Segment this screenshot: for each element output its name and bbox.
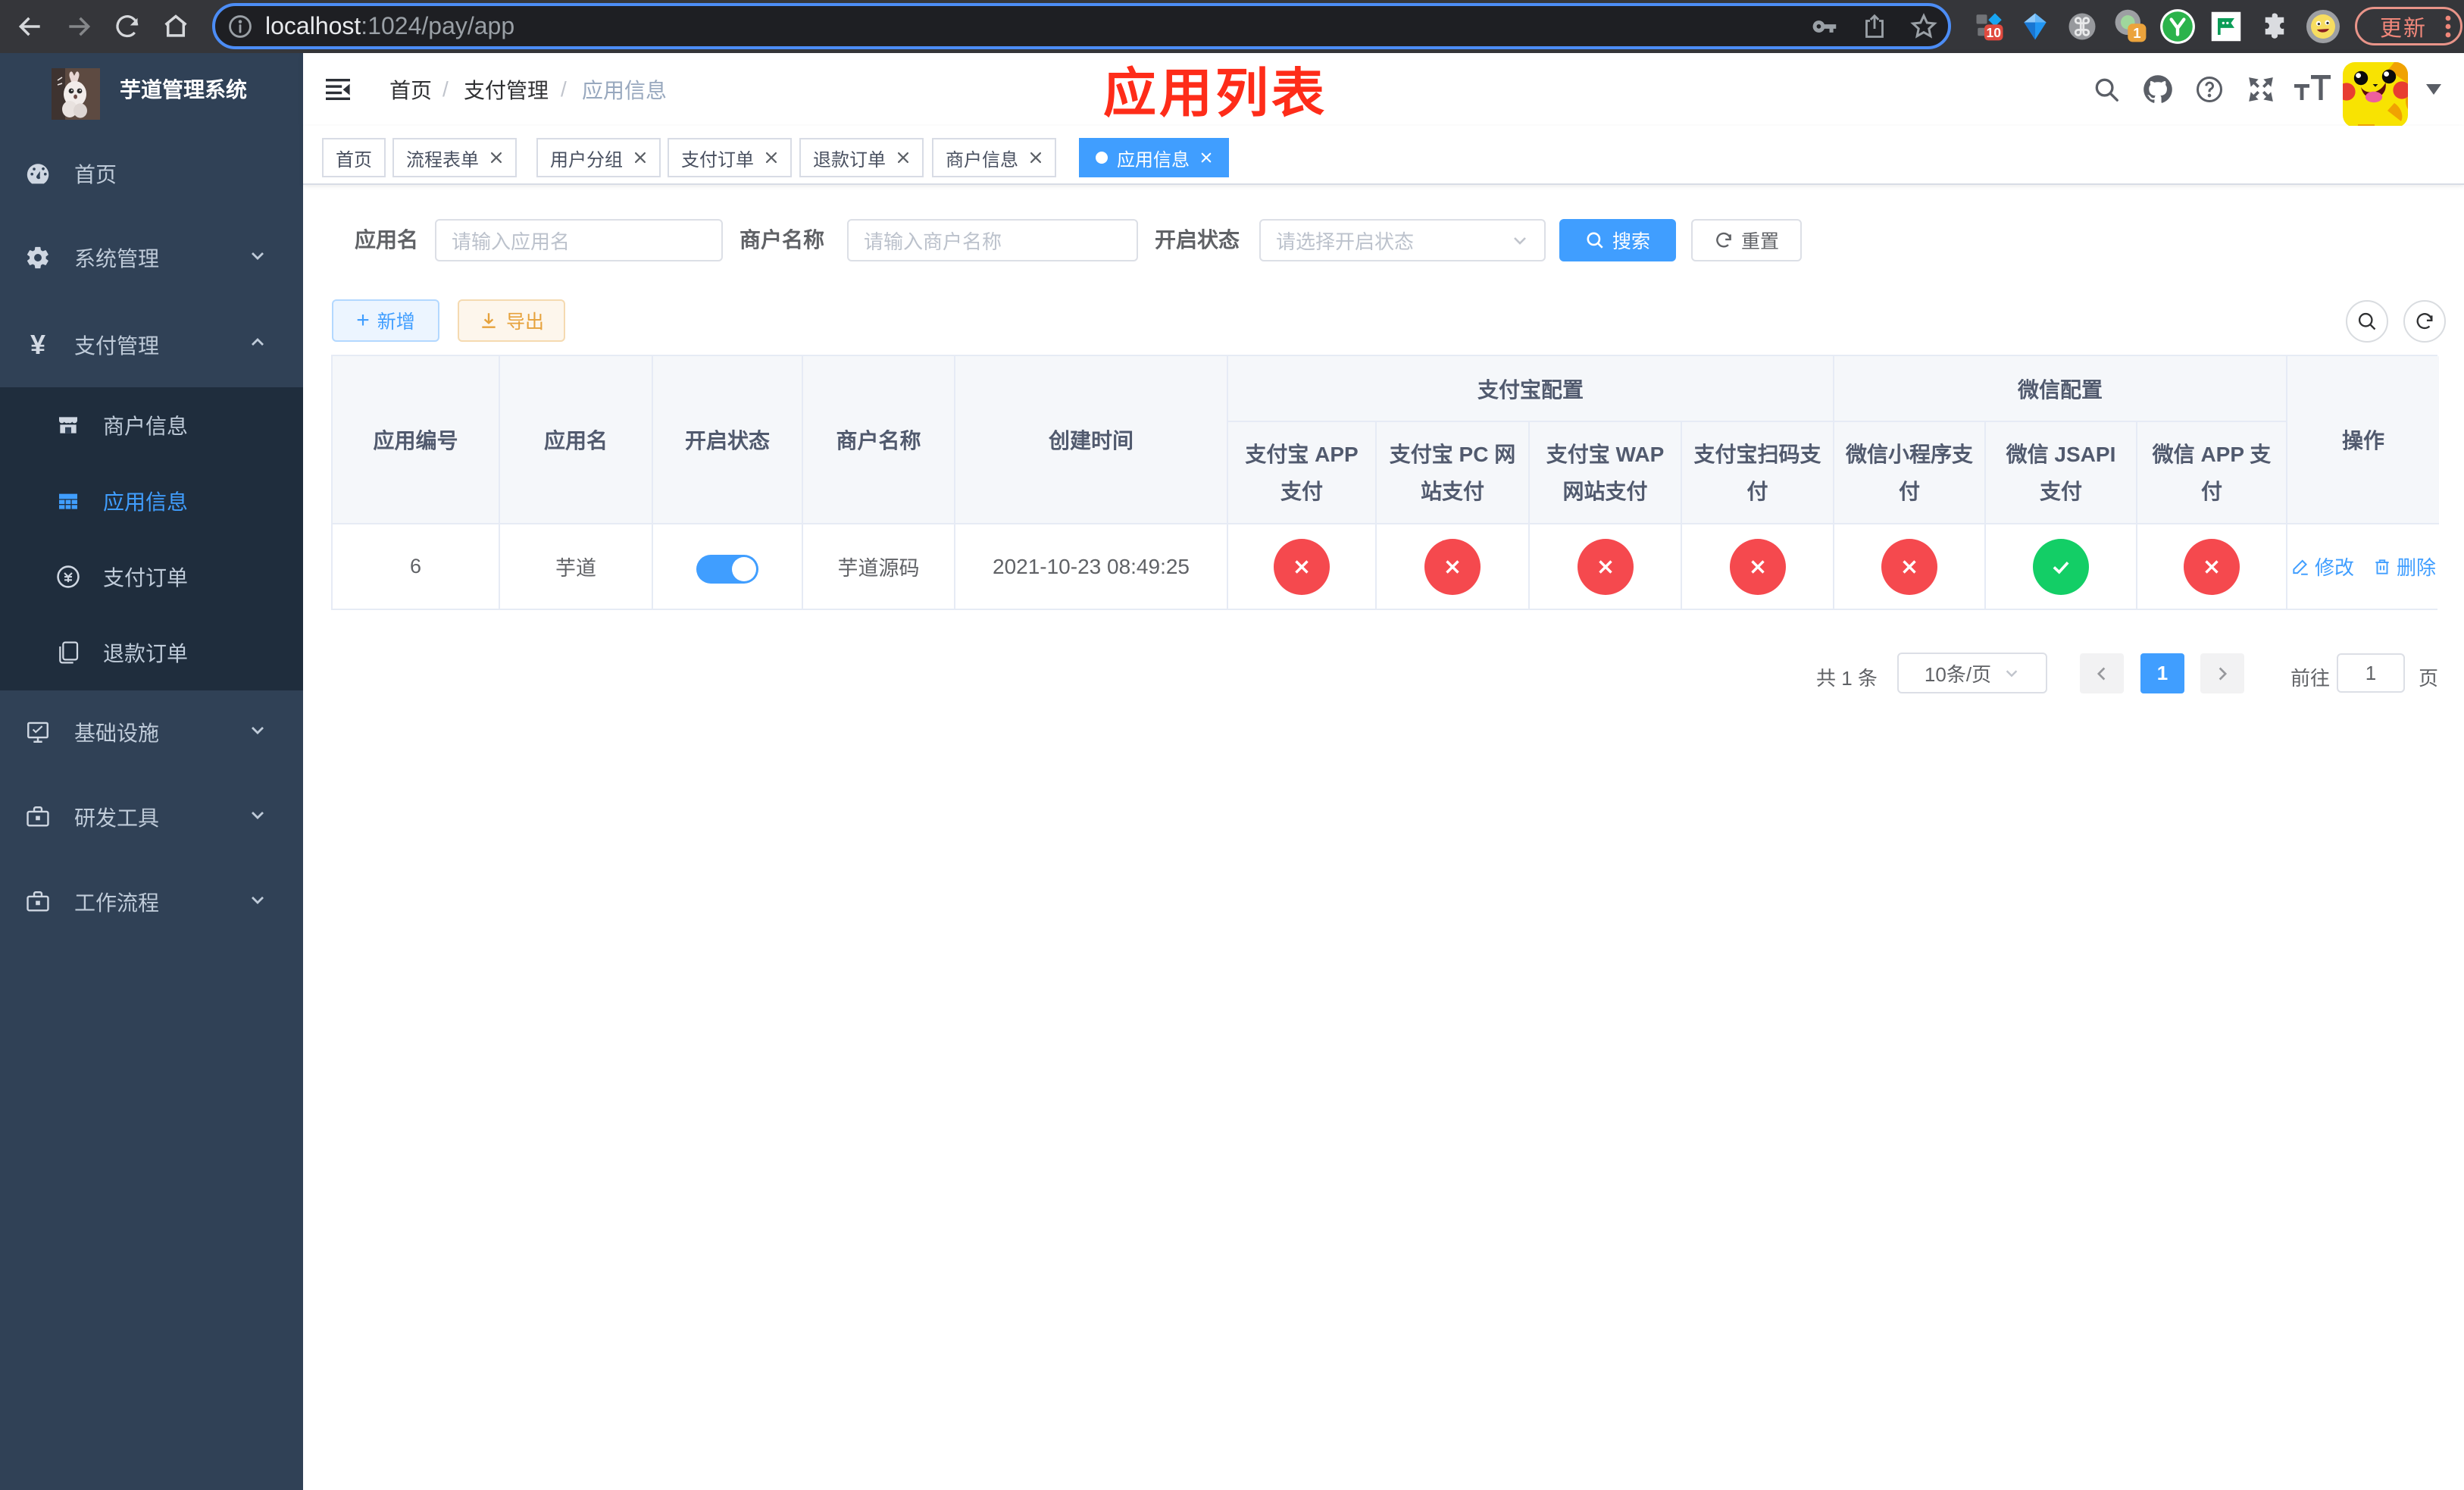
svg-text:10: 10 xyxy=(1987,25,2002,40)
svg-text:1: 1 xyxy=(2133,25,2140,41)
